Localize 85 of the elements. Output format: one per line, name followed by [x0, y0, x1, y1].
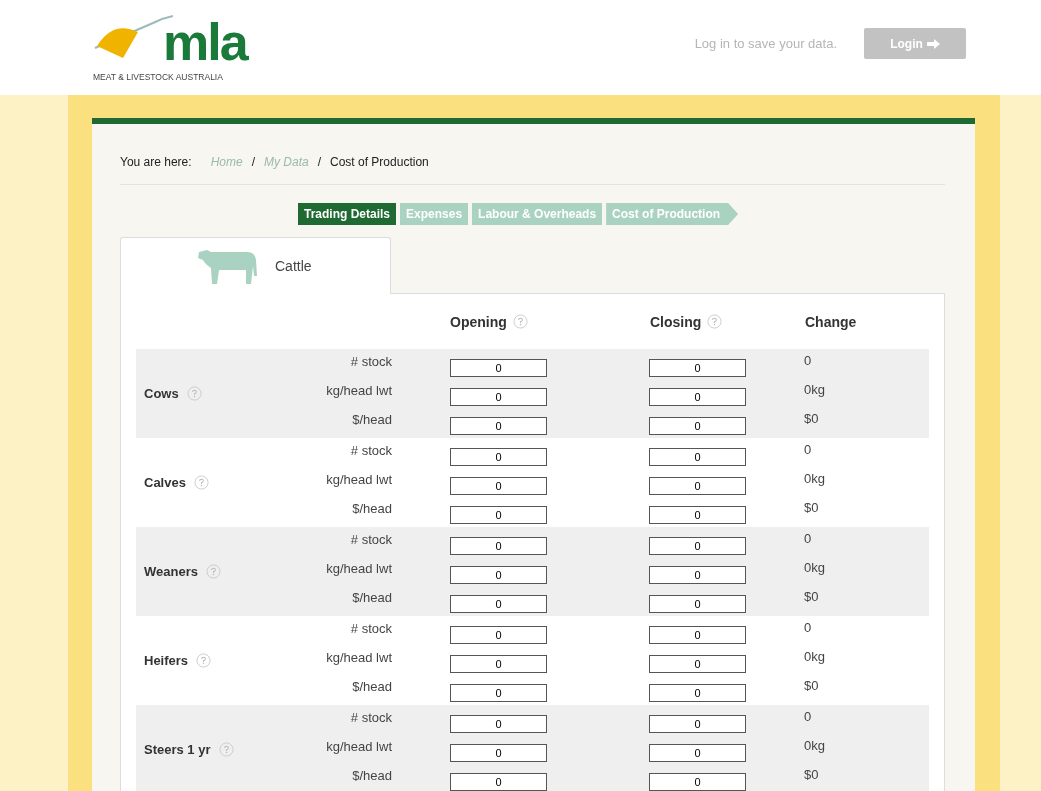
change-value: $0 [804, 766, 820, 782]
change-value: 0kg [804, 381, 826, 397]
help-icon[interactable] [196, 653, 212, 668]
opening-input[interactable]: 0 [450, 537, 547, 555]
column-header: Closing [650, 313, 805, 330]
breadcrumb-prefix: You are here: [120, 155, 192, 169]
column-header: Opening [450, 313, 650, 330]
change-value: 0 [804, 530, 813, 546]
closing-input[interactable]: 0 [649, 626, 746, 644]
change-value: $0 [804, 588, 820, 604]
step-tab[interactable]: Trading Details [298, 203, 397, 225]
help-icon[interactable] [218, 742, 234, 757]
group-label: Weaners [136, 564, 246, 579]
change-value: 0 [804, 352, 813, 368]
help-icon[interactable] [193, 475, 209, 490]
closing-input[interactable]: 0 [649, 477, 746, 495]
closing-input[interactable]: 0 [649, 595, 746, 613]
row-label: kg/head lwt [326, 471, 392, 487]
row-label: # stock [350, 531, 392, 547]
column-header: Change [805, 313, 858, 330]
closing-input[interactable]: 0 [649, 388, 746, 406]
breadcrumb-current: Cost of Production [330, 155, 429, 169]
change-value: $0 [804, 677, 820, 693]
opening-input[interactable]: 0 [450, 744, 547, 762]
row-label: $/head [352, 500, 392, 516]
closing-input[interactable]: 0 [649, 655, 746, 673]
row-label: kg/head lwt [326, 649, 392, 665]
change-value: 0kg [804, 737, 826, 753]
change-value: 0 [804, 441, 813, 457]
group-label: Steers 1 yr [136, 742, 246, 757]
row-label: # stock [350, 620, 392, 636]
closing-input[interactable]: 0 [649, 684, 746, 702]
opening-input[interactable]: 0 [450, 417, 547, 435]
row-label: kg/head lwt [326, 382, 392, 398]
change-value: 0kg [804, 559, 826, 575]
closing-input[interactable]: 0 [649, 773, 746, 791]
opening-input[interactable]: 0 [450, 448, 547, 466]
help-icon[interactable] [205, 564, 221, 579]
row-label: # stock [350, 709, 392, 725]
login-hint: Log in to save your data. [694, 36, 837, 51]
row-label: # stock [350, 353, 392, 369]
row-label: # stock [350, 442, 392, 458]
closing-input[interactable]: 0 [649, 744, 746, 762]
change-value: 0 [804, 619, 813, 635]
help-icon[interactable] [186, 386, 202, 401]
breadcrumb-separator: / [251, 155, 255, 169]
opening-input[interactable]: 0 [450, 566, 547, 584]
change-value: 0kg [804, 648, 826, 664]
group-label: Calves [136, 475, 246, 490]
row-label: kg/head lwt [326, 738, 392, 754]
change-value: $0 [804, 499, 820, 515]
row-label: $/head [352, 411, 392, 427]
opening-input[interactable]: 0 [450, 626, 547, 644]
opening-input[interactable]: 0 [450, 595, 547, 613]
closing-input[interactable]: 0 [649, 506, 746, 524]
row-label: kg/head lwt [326, 560, 392, 576]
logo-tagline: MEAT & LIVESTOCK AUSTRALIA [93, 72, 224, 82]
help-icon[interactable] [707, 314, 723, 329]
cattle-tab[interactable]: Cattle [120, 237, 391, 294]
opening-input[interactable]: 0 [450, 359, 547, 377]
group-label: Cows [136, 386, 246, 401]
opening-input[interactable]: 0 [450, 388, 547, 406]
row-label: $/head [352, 589, 392, 605]
opening-input[interactable]: 0 [450, 655, 547, 673]
closing-input[interactable]: 0 [649, 566, 746, 584]
opening-input[interactable]: 0 [450, 506, 547, 524]
opening-input[interactable]: 0 [450, 477, 547, 495]
change-value: $0 [804, 410, 820, 426]
closing-input[interactable]: 0 [649, 448, 746, 466]
opening-input[interactable]: 0 [450, 684, 547, 702]
change-value: 0kg [804, 470, 826, 486]
change-value: 0 [804, 708, 813, 724]
group-label: Heifers [136, 653, 246, 668]
closing-input[interactable]: 0 [649, 417, 746, 435]
row-label: $/head [352, 767, 392, 783]
arrow-right-icon [926, 38, 940, 49]
closing-input[interactable]: 0 [649, 359, 746, 377]
closing-input[interactable]: 0 [649, 537, 746, 555]
logo-text: mla [163, 16, 247, 68]
opening-input[interactable]: 0 [450, 773, 547, 791]
opening-input[interactable]: 0 [450, 715, 547, 733]
breadcrumb-separator: / [317, 155, 321, 169]
closing-input[interactable]: 0 [649, 715, 746, 733]
row-label: $/head [352, 678, 392, 694]
help-icon[interactable] [512, 314, 528, 329]
